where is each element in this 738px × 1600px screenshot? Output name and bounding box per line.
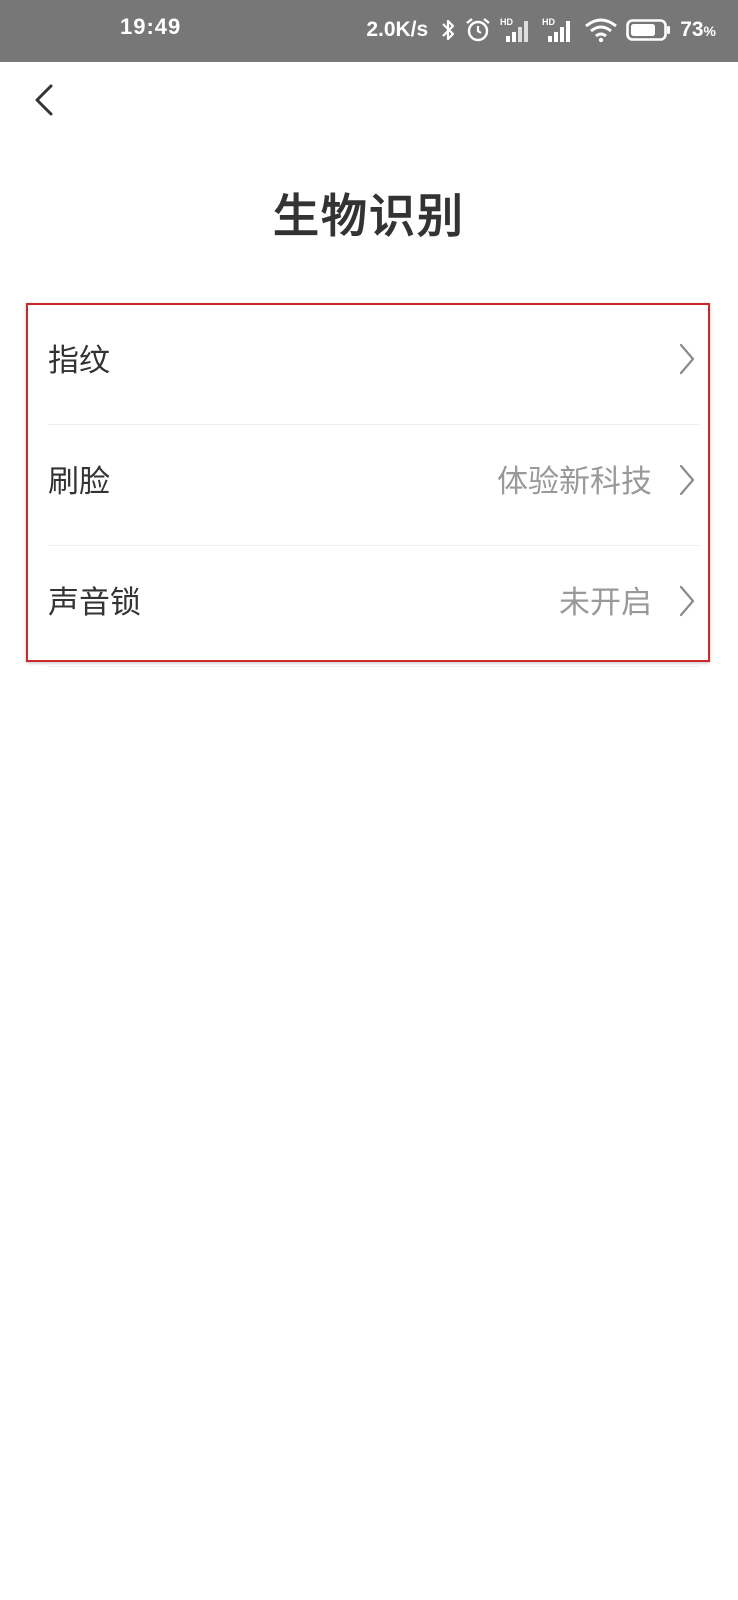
fingerprint-row[interactable]: 指纹 [48, 305, 700, 425]
divider [48, 666, 700, 667]
row-value: 体验新科技 [497, 464, 652, 500]
row-label: 声音锁 [48, 585, 141, 621]
status-bar: 19:49 2.0K/s HD HD 73% [0, 0, 738, 62]
battery-icon [626, 18, 672, 42]
chevron-right-icon [676, 462, 698, 498]
biometric-settings-list: 指纹 刷脸 体验新科技 声音锁 未开启 [26, 303, 710, 667]
signal-label: HD [500, 17, 513, 27]
network-speed: 2.0K/s [366, 18, 429, 41]
chevron-right-icon [676, 583, 698, 619]
chevron-left-icon [32, 83, 56, 121]
battery-percent: 73% [680, 18, 716, 41]
status-icons: 2.0K/s HD HD 73% [366, 12, 716, 48]
signal-icon: HD [542, 16, 576, 44]
row-label: 刷脸 [48, 464, 110, 500]
voice-lock-row[interactable]: 声音锁 未开启 [48, 547, 700, 667]
signal-label: HD [542, 17, 555, 27]
page-title: 生物识别 [273, 189, 465, 243]
face-recognition-row[interactable]: 刷脸 体验新科技 [48, 426, 700, 546]
back-button[interactable] [22, 80, 66, 124]
divider [48, 424, 700, 425]
row-label: 指纹 [48, 343, 110, 379]
divider [48, 545, 700, 546]
status-time: 19:49 [120, 14, 182, 39]
alarm-icon [464, 16, 492, 44]
signal-icon: HD [500, 16, 534, 44]
wifi-icon [584, 17, 618, 43]
bluetooth-icon [440, 17, 456, 43]
row-value: 未开启 [559, 585, 652, 621]
chevron-right-icon [676, 341, 698, 377]
